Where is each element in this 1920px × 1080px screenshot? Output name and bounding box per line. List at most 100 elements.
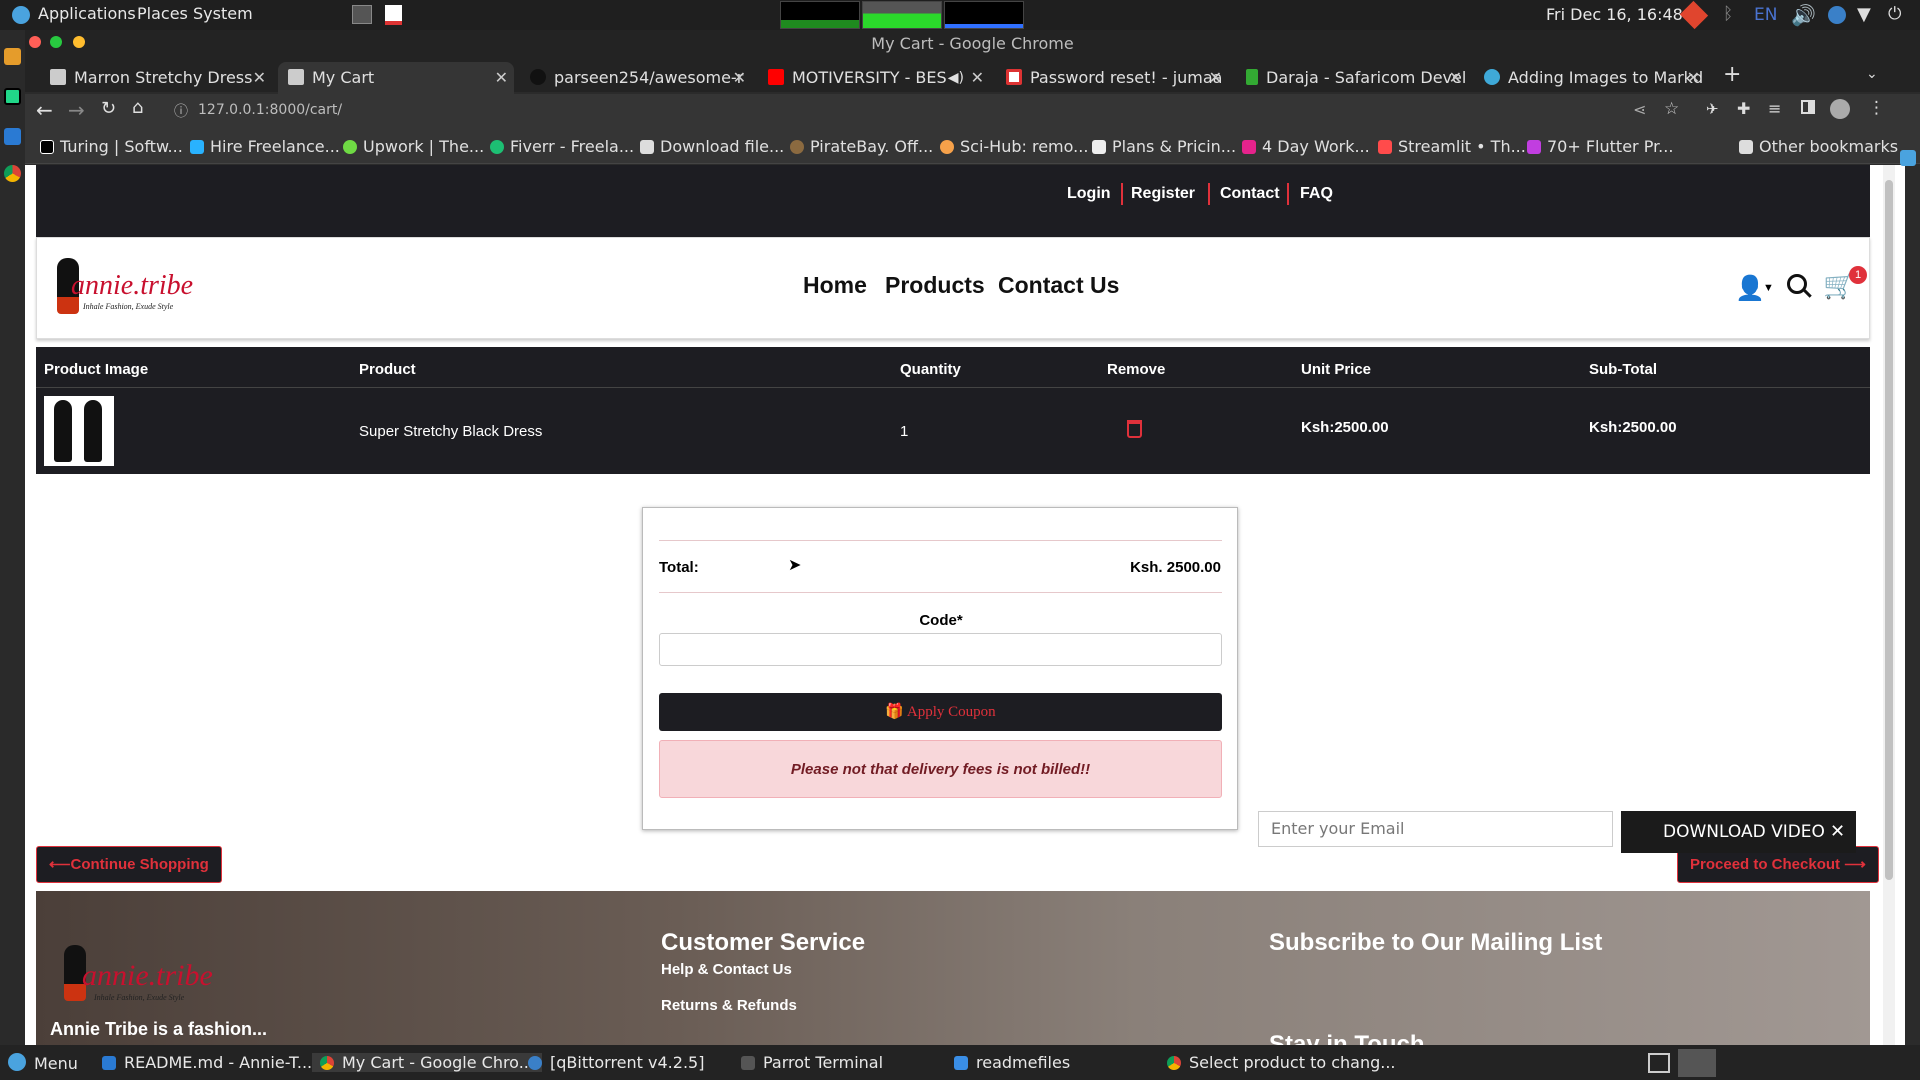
anydesk-icon[interactable]	[1679, 0, 1709, 30]
tab-marron-stretchy-dress[interactable]: Marron Stretchy Dress ✕	[40, 62, 272, 94]
trash-icon[interactable]	[1127, 420, 1142, 438]
pycharm-dock-icon[interactable]	[4, 88, 21, 105]
taskbar-item-terminal[interactable]: Parrot Terminal	[741, 1053, 883, 1072]
tab-my-cart[interactable]: My Cart ✕	[278, 62, 514, 94]
bookmark-turing[interactable]: Turing | Softw...	[40, 137, 183, 156]
close-tab-icon[interactable]: ✕	[1687, 62, 1700, 94]
login-link[interactable]: Login	[1067, 185, 1111, 203]
nav-home[interactable]: Home	[803, 272, 867, 299]
chrome-menu-icon[interactable]: ⋮	[1868, 98, 1885, 118]
tab-motiversity[interactable]: MOTIVERSITY - BES ✕ ◀)	[758, 62, 990, 94]
start-menu-button[interactable]: Menu	[8, 1053, 78, 1073]
side-panel-toggle-icon[interactable]	[1900, 150, 1916, 166]
back-button[interactable]: ←	[36, 98, 53, 122]
terminal-launcher-icon[interactable]	[352, 5, 372, 24]
register-link[interactable]: Register	[1131, 185, 1195, 203]
workspace-switcher-icon[interactable]	[1648, 1053, 1670, 1073]
bookmark-piratebay[interactable]: PirateBay. Off...	[790, 137, 933, 156]
taskbar-item-select-product[interactable]: Select product to chang...	[1167, 1053, 1396, 1072]
tab-gmail[interactable]: Password reset! - jumaa ✕	[996, 62, 1228, 94]
extension-icon[interactable]: ✈	[1706, 100, 1719, 118]
minimize-window-button[interactable]	[73, 36, 85, 48]
bookmark-fiverr[interactable]: Fiverr - Freela...	[490, 137, 634, 156]
chrome-dock-icon[interactable]	[4, 165, 21, 182]
apply-coupon-button[interactable]: 🎁 Apply Coupon	[659, 693, 1222, 731]
taskbar-item-my-cart[interactable]: My Cart - Google Chro...	[312, 1053, 542, 1072]
wifi-icon[interactable]: ▼	[1857, 4, 1871, 25]
nav-products[interactable]: Products	[885, 272, 985, 299]
subscribe-email-input[interactable]: Enter your Email	[1258, 811, 1613, 847]
taskbar-item-qbittorrent[interactable]: [qBittorrent v4.2.5]	[528, 1053, 704, 1072]
globe-favicon-icon	[1484, 69, 1500, 85]
close-tab-icon[interactable]: ✕	[495, 62, 508, 94]
site-info-icon[interactable]: ⓘ	[174, 101, 188, 121]
tab-daraja[interactable]: Daraja - Safaricom Devel ✕	[1236, 62, 1468, 94]
close-tab-icon[interactable]: ✕	[253, 62, 266, 94]
bookmark-flutter[interactable]: 70+ Flutter Pr...	[1527, 137, 1673, 156]
user-account-icon[interactable]: 👤	[1735, 274, 1765, 303]
contact-link[interactable]: Contact	[1220, 185, 1280, 203]
new-tab-button[interactable]: +	[1723, 62, 1741, 87]
bookmark-sci-hub[interactable]: Sci-Hub: remo...	[940, 137, 1088, 156]
other-bookmarks-folder[interactable]: Other bookmarks	[1739, 137, 1898, 156]
footer-logo[interactable]: annie.tribe Inhale Fashion, Exude Style	[60, 943, 220, 1005]
tab-search-icon[interactable]: ⌄	[1866, 66, 1878, 82]
language-indicator[interactable]: EN	[1754, 5, 1777, 25]
maximize-window-button[interactable]	[50, 36, 62, 48]
bookmark-upwork[interactable]: Upwork | The...	[343, 137, 484, 156]
system-menu[interactable]: System	[193, 4, 253, 23]
close-tab-icon[interactable]: ✕	[971, 62, 984, 94]
tab-github[interactable]: parseen254/awesome-r ✕	[520, 62, 752, 94]
sublime-dock-icon[interactable]	[4, 48, 21, 65]
scrollbar-thumb[interactable]	[1885, 180, 1893, 880]
applications-menu[interactable]: Applications	[38, 4, 136, 23]
close-tab-icon[interactable]: ✕	[1209, 62, 1222, 94]
github-favicon-icon	[530, 69, 546, 85]
returns-refunds-link[interactable]: Returns & Refunds	[661, 997, 797, 1014]
bookmark-star-icon[interactable]: ☆	[1664, 99, 1679, 119]
share-icon[interactable]: ⋖	[1633, 100, 1646, 119]
close-tab-icon[interactable]: ✕	[733, 62, 746, 94]
side-panel-icon[interactable]	[1801, 100, 1815, 114]
reading-list-icon[interactable]: ≡	[1768, 99, 1781, 118]
taskbar-item-readme[interactable]: README.md - Annie-T...	[102, 1053, 312, 1072]
extensions-puzzle-icon[interactable]: ✚	[1737, 99, 1750, 118]
faq-link[interactable]: FAQ	[1300, 185, 1333, 203]
bookmark-streamlit[interactable]: Streamlit • Th...	[1378, 137, 1526, 156]
tab-adding-images[interactable]: Adding Images to Markd ✕	[1474, 62, 1706, 94]
help-contact-link[interactable]: Help & Contact Us	[661, 961, 792, 978]
site-logo[interactable]: annie.tribe Inhale Fashion, Exude Style	[53, 256, 193, 318]
bookmark-plans-pricing[interactable]: Plans & Pricin...	[1092, 137, 1236, 156]
document-launcher-icon[interactable]	[385, 5, 402, 25]
download-video-overlay[interactable]: DOWNLOAD VIDEO ✕	[1621, 811, 1856, 853]
places-menu[interactable]: Places	[137, 4, 188, 23]
audio-playing-icon[interactable]: ◀)	[948, 62, 964, 94]
coupon-code-input[interactable]	[659, 633, 1222, 666]
power-icon[interactable]: ⏻	[1888, 4, 1901, 24]
bookmark-download-file[interactable]: Download file...	[640, 137, 784, 156]
system-top-panel: Applications Places System Fri Dec 16, 1…	[0, 0, 1920, 30]
bluetooth-icon[interactable]: ᛒ	[1723, 4, 1733, 24]
nav-contact-us[interactable]: Contact Us	[998, 272, 1119, 299]
vscode-dock-icon[interactable]	[4, 128, 21, 145]
continue-shopping-button[interactable]: ⟵Continue Shopping	[36, 846, 222, 883]
profile-avatar[interactable]	[1830, 99, 1850, 119]
forward-button[interactable]: →	[68, 98, 85, 122]
close-window-button[interactable]	[29, 36, 41, 48]
qbittorrent-tray-icon[interactable]	[1828, 6, 1846, 24]
close-tab-icon[interactable]: ✕	[1449, 62, 1462, 94]
taskbar-item-readmefiles[interactable]: readmefiles	[954, 1053, 1070, 1072]
clock[interactable]: Fri Dec 16, 16:48	[1546, 5, 1683, 24]
parrot-logo-icon[interactable]	[12, 6, 30, 24]
close-overlay-icon[interactable]: ✕	[1830, 811, 1845, 853]
home-button[interactable]: ⌂	[132, 97, 143, 118]
user-dropdown-chevron-icon[interactable]: ▼	[1763, 282, 1774, 294]
page-favicon-icon	[50, 69, 66, 85]
url-field[interactable]: 127.0.0.1:8000/cart/	[198, 102, 342, 118]
volume-icon[interactable]: 🔊	[1791, 3, 1816, 27]
bookmark-4-day-work[interactable]: 4 Day Work...	[1242, 137, 1370, 156]
product-thumbnail[interactable]	[44, 396, 114, 466]
reload-button[interactable]: ↻	[101, 98, 116, 119]
workspace-active[interactable]	[1678, 1049, 1716, 1077]
bookmark-hire-freelance[interactable]: Hire Freelance...	[190, 137, 340, 156]
